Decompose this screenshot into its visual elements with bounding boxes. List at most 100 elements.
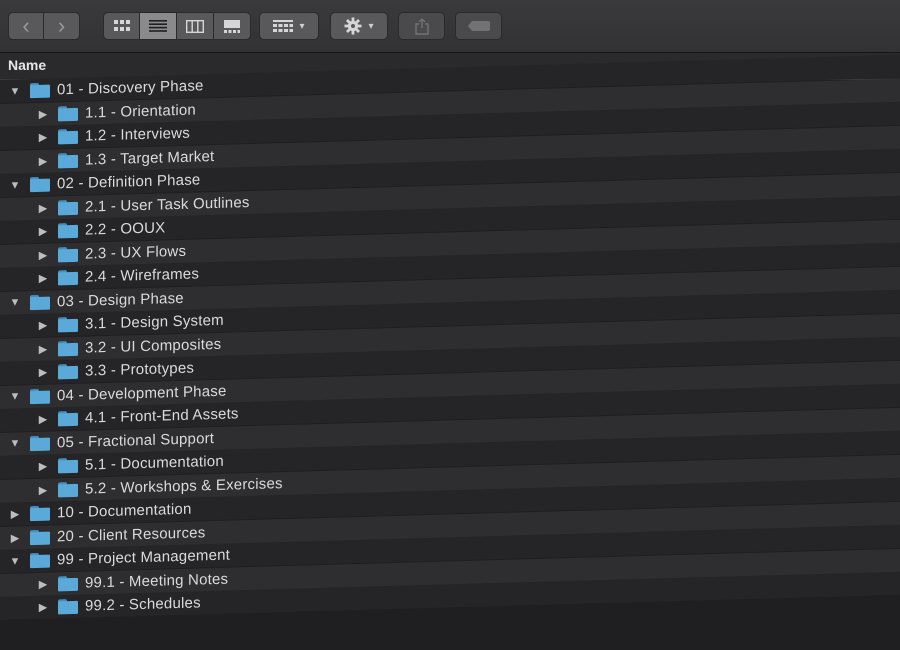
folder-name: 01 - Discovery Phase	[57, 77, 204, 99]
chevron-down-icon: ▾	[368, 20, 374, 32]
disclosure-collapsed-icon[interactable]: ▶	[36, 413, 50, 426]
folder-icon	[30, 294, 50, 310]
action-control: ▾	[330, 12, 388, 40]
folder-name: 99 - Project Management	[57, 546, 231, 569]
disclosure-collapsed-icon[interactable]: ▶	[8, 507, 22, 520]
share-button[interactable]	[398, 12, 445, 40]
folder-icon	[30, 552, 50, 569]
folder-icon	[58, 364, 78, 380]
disclosure-collapsed-icon[interactable]: ▶	[36, 272, 50, 285]
disclosure-collapsed-icon[interactable]: ▶	[36, 131, 50, 144]
folder-name: 1.2 - Interviews	[85, 124, 190, 145]
back-button[interactable]: ‹	[8, 12, 44, 40]
disclosure-collapsed-icon[interactable]: ▶	[36, 201, 50, 214]
folder-name: 2.4 - Wireframes	[85, 265, 200, 286]
view-columns-button[interactable]	[177, 12, 214, 40]
chevron-down-icon: ▾	[299, 20, 305, 32]
folder-icon	[30, 176, 50, 193]
folder-name: 99.2 - Schedules	[85, 594, 201, 615]
disclosure-expanded-icon[interactable]: ▼	[8, 555, 22, 567]
columns-icon	[186, 19, 204, 33]
folder-name: 5.1 - Documentation	[85, 452, 224, 474]
disclosure-collapsed-icon[interactable]: ▶	[36, 460, 50, 473]
folder-name: 2.3 - UX Flows	[85, 242, 187, 263]
folder-name: 3.3 - Prototypes	[85, 359, 195, 380]
folder-name: 1.1 - Orientation	[85, 101, 196, 122]
view-list-button[interactable]	[140, 12, 177, 40]
disclosure-collapsed-icon[interactable]: ▶	[36, 225, 50, 238]
disclosure-collapsed-icon[interactable]: ▶	[36, 601, 50, 614]
folder-name: 99.1 - Meeting Notes	[85, 570, 229, 592]
share-control	[398, 12, 445, 40]
gear-icon	[344, 17, 362, 35]
file-list: ▼ 01 - Discovery Phase ▶ 1.1 - Orientation ▶…	[0, 54, 900, 650]
group-grid-icon	[273, 20, 294, 32]
tags-button[interactable]	[455, 12, 502, 40]
folder-name: 2.1 - User Task Outlines	[85, 193, 250, 216]
folder-icon	[58, 575, 78, 591]
view-gallery-button[interactable]	[214, 12, 251, 40]
folder-name: 1.3 - Target Market	[85, 147, 215, 169]
folder-icon	[58, 129, 78, 145]
disclosure-expanded-icon[interactable]: ▼	[8, 390, 22, 402]
disclosure-collapsed-icon[interactable]: ▶	[36, 319, 50, 332]
folder-icon	[58, 458, 78, 474]
disclosure-collapsed-icon[interactable]: ▶	[36, 366, 50, 379]
folder-icon	[58, 270, 78, 286]
tags-control	[455, 12, 502, 40]
group-by-control: ▾	[259, 12, 319, 40]
disclosure-collapsed-icon[interactable]: ▶	[36, 342, 50, 355]
folder-name: 10 - Documentation	[57, 500, 192, 522]
nav-buttons: ‹ ›	[8, 12, 80, 40]
folder-icon	[58, 481, 78, 497]
view-icons-button[interactable]	[103, 12, 140, 40]
grid-icon	[113, 20, 130, 31]
disclosure-collapsed-icon[interactable]: ▶	[8, 531, 22, 544]
folder-name: 03 - Design Phase	[57, 289, 184, 310]
folder-icon	[58, 246, 78, 262]
list-icon	[149, 20, 167, 32]
folder-icon	[30, 505, 50, 522]
folder-icon	[58, 599, 78, 615]
disclosure-expanded-icon[interactable]: ▼	[8, 85, 22, 97]
folder-icon	[58, 223, 78, 239]
disclosure-collapsed-icon[interactable]: ▶	[36, 154, 50, 167]
folder-icon	[30, 435, 50, 451]
folder-icon	[30, 82, 50, 99]
chevron-left-icon: ‹	[22, 13, 30, 38]
folder-name: 4.1 - Front-End Assets	[85, 405, 239, 427]
view-mode-switcher	[103, 12, 251, 40]
folder-icon	[58, 199, 78, 215]
folder-name: 02 - Definition Phase	[57, 171, 201, 193]
folder-icon	[58, 317, 78, 333]
name-column-label: Name	[8, 57, 47, 73]
disclosure-collapsed-icon[interactable]: ▶	[36, 248, 50, 261]
forward-button[interactable]: ›	[44, 12, 80, 40]
folder-name: 05 - Fractional Support	[57, 429, 215, 451]
tag-icon	[467, 21, 490, 31]
folder-icon	[30, 529, 50, 545]
disclosure-collapsed-icon[interactable]: ▶	[36, 577, 50, 590]
chevron-right-icon: ›	[57, 13, 66, 38]
finder-toolbar: ‹ › ▾ ▾	[0, 0, 900, 53]
folder-name: 04 - Development Phase	[57, 382, 227, 404]
folder-name: 3.2 - UI Composites	[85, 335, 222, 357]
disclosure-collapsed-icon[interactable]: ▶	[36, 483, 50, 496]
folder-icon	[58, 152, 78, 168]
folder-name: 2.2 - OOUX	[85, 219, 166, 239]
group-by-button[interactable]: ▾	[259, 12, 319, 40]
folder-icon	[58, 340, 78, 356]
disclosure-expanded-icon[interactable]: ▼	[8, 296, 22, 308]
folder-name: 3.1 - Design System	[85, 311, 224, 333]
folder-icon	[30, 388, 50, 404]
gallery-icon	[224, 19, 240, 33]
disclosure-collapsed-icon[interactable]: ▶	[36, 107, 50, 120]
disclosure-expanded-icon[interactable]: ▼	[8, 437, 22, 449]
folder-name: 20 - Client Resources	[57, 523, 206, 545]
action-button[interactable]: ▾	[330, 12, 388, 40]
folder-icon	[58, 105, 78, 121]
disclosure-expanded-icon[interactable]: ▼	[8, 179, 22, 191]
share-icon	[414, 17, 429, 35]
folder-name: 5.2 - Workshops & Exercises	[85, 474, 283, 498]
folder-icon	[58, 411, 78, 427]
